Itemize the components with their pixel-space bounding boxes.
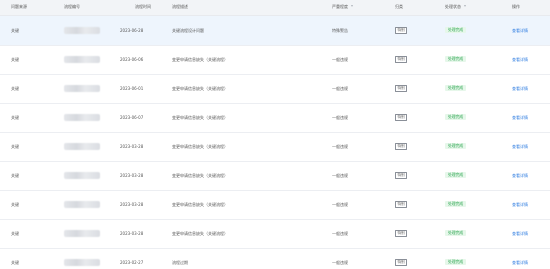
header-category: 归类 <box>395 4 403 9</box>
category-tag: 特别 <box>395 56 408 63</box>
cell-desc: 关键流程设计问题 <box>172 28 204 33</box>
cell-desc: 变更申请信息缺失（关键流程） <box>172 115 228 120</box>
redacted-id <box>64 56 100 63</box>
table-row[interactable]: 关键 2023-03-28 变更申请信息缺失（关键流程） 一般违规 特别 处理完成 查看详情 <box>0 190 550 220</box>
view-details-link[interactable]: 查看详情 <box>512 28 528 34</box>
cell-desc: 变更申请信息缺失（关键流程） <box>172 86 228 91</box>
view-details-link[interactable]: 查看详情 <box>512 144 528 150</box>
status-badge: 处理完成 <box>445 26 467 33</box>
cell-date: 2023-06-07 <box>120 115 144 120</box>
view-details-link[interactable]: 查看详情 <box>512 173 528 179</box>
view-details-link[interactable]: 查看详情 <box>512 231 528 237</box>
status-badge: 处理完成 <box>445 229 467 236</box>
category-tag: 特别 <box>395 27 408 34</box>
cell-type: 关键 <box>11 173 19 178</box>
redacted-id <box>64 172 100 179</box>
cell-desc: 变更申请信息缺失（关键流程） <box>172 173 228 178</box>
status-badge: 处理完成 <box>445 142 467 149</box>
view-details-link[interactable]: 查看详情 <box>512 202 528 208</box>
redacted-id <box>64 230 100 237</box>
cell-desc: 变更申请信息缺失（关键流程） <box>172 231 228 236</box>
cell-severity: 一般违规 <box>332 260 348 265</box>
status-badge: 处理完成 <box>445 84 467 91</box>
cell-date: 2023-06-06 <box>120 57 144 62</box>
redacted-id <box>64 201 100 208</box>
category-tag: 特别 <box>395 143 408 150</box>
issue-table: 问题来源 流程编号 流程时间 流程描述 严重程度 归类 处理状态 操作 关键 20… <box>0 0 550 269</box>
cell-type: 关键 <box>11 231 19 236</box>
status-badge: 处理完成 <box>445 55 467 62</box>
table-row[interactable]: 关键 2023-06-06 变更申请信息缺失（关键流程） 一般违规 特别 处理完成 查看详情 <box>0 45 550 75</box>
status-badge: 处理完成 <box>445 171 467 178</box>
table-row[interactable]: 关键 2023-02-27 流程过期 一般违规 特别 处理完成 查看详情 <box>0 248 550 269</box>
cell-type: 关键 <box>11 28 19 33</box>
header-id: 流程编号 <box>64 4 80 9</box>
view-details-link[interactable]: 查看详情 <box>512 260 528 266</box>
cell-type: 关键 <box>11 115 19 120</box>
table-row[interactable]: 关键 2023-03-28 变更申请信息缺失（关键流程） 一般违规 特别 处理完成 查看详情 <box>0 132 550 162</box>
header-date: 流程时间 <box>135 4 151 9</box>
header-desc: 流程描述 <box>172 4 188 9</box>
view-details-link[interactable]: 查看详情 <box>512 57 528 63</box>
view-details-link[interactable]: 查看详情 <box>512 115 528 121</box>
cell-desc: 变更申请信息缺失（关键流程） <box>172 57 228 62</box>
cell-type: 关键 <box>11 86 19 91</box>
cell-type: 关键 <box>11 202 19 207</box>
table-row[interactable]: 关键 2023-03-28 变更申请信息缺失（关键流程） 一般违规 特别 处理完成 查看详情 <box>0 219 550 249</box>
cell-date: 2023-02-27 <box>120 260 144 265</box>
header-severity-label: 严重程度 <box>332 4 348 9</box>
category-tag: 特别 <box>395 230 408 237</box>
cell-date: 2023-03-28 <box>120 202 144 207</box>
cell-desc: 流程过期 <box>172 260 188 265</box>
filter-icon[interactable] <box>351 5 353 7</box>
view-details-link[interactable]: 查看详情 <box>512 86 528 92</box>
cell-desc: 变更申请信息缺失（关键流程） <box>172 202 228 207</box>
table-header: 问题来源 流程编号 流程时间 流程描述 严重程度 归类 处理状态 操作 <box>0 0 550 16</box>
cell-date: 2023-03-28 <box>120 173 144 178</box>
header-status[interactable]: 处理状态 <box>445 4 466 10</box>
cell-severity: 特殊警告 <box>332 28 348 33</box>
header-status-label: 处理状态 <box>445 4 461 9</box>
cell-severity: 一般违规 <box>332 86 348 91</box>
table-row[interactable]: 关键 2023-06-28 关键流程设计问题 特殊警告 特别 处理完成 查看详情 <box>0 16 550 46</box>
status-badge: 处理完成 <box>445 258 467 265</box>
cell-type: 关键 <box>11 57 19 62</box>
status-badge: 处理完成 <box>445 200 467 207</box>
category-tag: 特别 <box>395 114 408 121</box>
cell-severity: 一般违规 <box>332 115 348 120</box>
category-tag: 特别 <box>395 201 408 208</box>
cell-date: 2023-03-28 <box>120 144 144 149</box>
cell-severity: 一般违规 <box>332 231 348 236</box>
header-type: 问题来源 <box>11 4 27 9</box>
filter-icon[interactable] <box>464 5 466 7</box>
cell-severity: 一般违规 <box>332 144 348 149</box>
redacted-id <box>64 114 100 121</box>
category-tag: 特别 <box>395 172 408 179</box>
status-badge: 处理完成 <box>445 113 467 120</box>
cell-severity: 一般违规 <box>332 57 348 62</box>
category-tag: 特别 <box>395 259 408 266</box>
redacted-id <box>64 27 100 34</box>
table-row[interactable]: 关键 2023-06-07 变更申请信息缺失（关键流程） 一般违规 特别 处理完成 查看详情 <box>0 103 550 133</box>
cell-type: 关键 <box>11 260 19 265</box>
redacted-id <box>64 143 100 150</box>
header-severity[interactable]: 严重程度 <box>332 4 353 10</box>
cell-severity: 一般违规 <box>332 202 348 207</box>
redacted-id <box>64 85 100 92</box>
cell-desc: 变更申请信息缺失（关键流程） <box>172 144 228 149</box>
category-tag: 特别 <box>395 85 408 92</box>
table-row[interactable]: 关键 2023-03-28 变更申请信息缺失（关键流程） 一般违规 特别 处理完成 查看详情 <box>0 161 550 191</box>
cell-date: 2023-06-01 <box>120 86 144 91</box>
cell-date: 2023-03-28 <box>120 231 144 236</box>
cell-type: 关键 <box>11 144 19 149</box>
cell-date: 2023-06-28 <box>120 28 144 33</box>
redacted-id <box>64 259 100 266</box>
table-row[interactable]: 关键 2023-06-01 变更申请信息缺失（关键流程） 一般违规 特别 处理完成 查看详情 <box>0 74 550 104</box>
header-action: 操作 <box>512 4 520 9</box>
cell-severity: 一般违规 <box>332 173 348 178</box>
